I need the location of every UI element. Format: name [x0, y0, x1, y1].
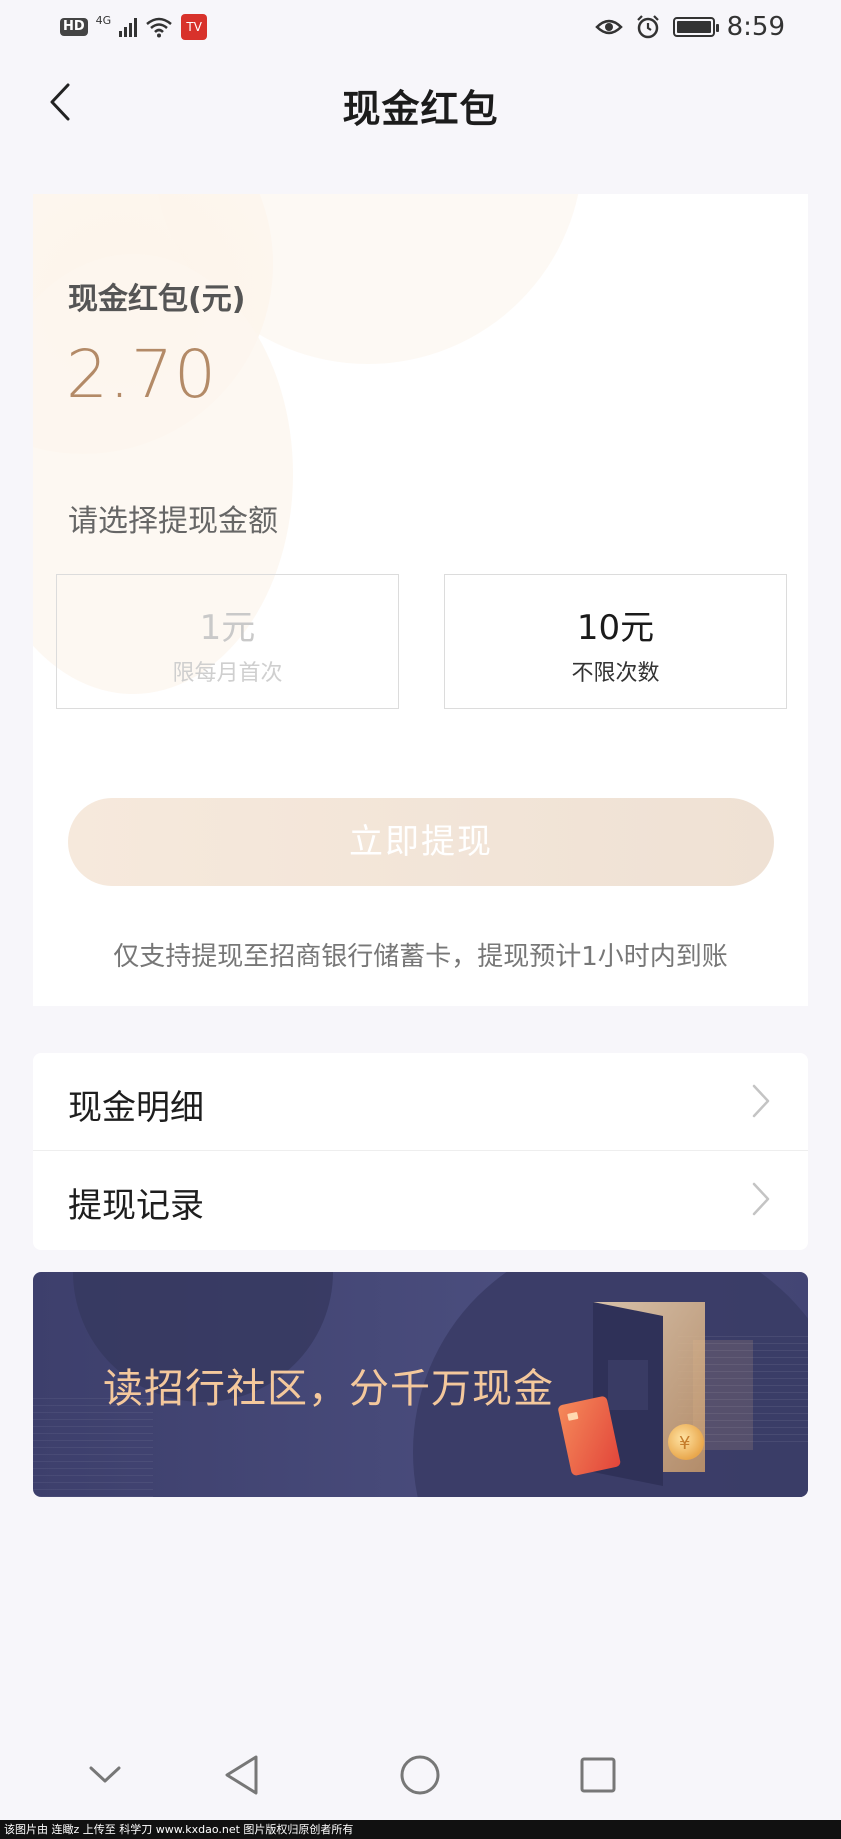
- balance-label: 现金红包(元): [68, 282, 246, 317]
- nav-recents-button[interactable]: [568, 1750, 628, 1800]
- amount-option-value: 10元: [576, 608, 655, 648]
- amount-option-value: 1元: [199, 608, 256, 648]
- balance-value: 2.70: [66, 336, 217, 413]
- nav-back-button[interactable]: [212, 1750, 272, 1800]
- list-item-label: 提现记录: [68, 1186, 204, 1226]
- eye-icon: [594, 19, 623, 35]
- promo-banner[interactable]: 读招行社区，分千万现金 ¥: [33, 1272, 808, 1497]
- page-title: 现金红包: [342, 87, 499, 131]
- network-type: 4G: [95, 13, 112, 27]
- chevron-down-icon: [89, 1766, 121, 1783]
- status-bar-left: HD 4G TV: [60, 13, 208, 40]
- banner-illustration: ¥: [558, 1302, 753, 1486]
- wifi-icon: [146, 17, 173, 38]
- circle-home-icon: [400, 1755, 440, 1795]
- nav-home-button[interactable]: [390, 1750, 450, 1800]
- amount-option-10[interactable]: 10元 不限次数: [444, 574, 787, 709]
- hd-badge: HD: [60, 18, 88, 36]
- list-item-cash-details[interactable]: 现金明细: [33, 1053, 808, 1151]
- amount-option-note: 限每月首次: [172, 661, 283, 686]
- watermark-footer: 该图片由 连瞰z 上传至 科学刀 www.kxdao.net 图片版权归原创者所…: [0, 1820, 841, 1839]
- withdraw-button[interactable]: 立即提现: [68, 798, 774, 886]
- page-header: 现金红包: [0, 56, 841, 148]
- svg-text:¥: ¥: [679, 1433, 690, 1454]
- app-notification-icon: TV: [181, 14, 208, 40]
- alarm-icon: [636, 15, 659, 39]
- battery-icon: [672, 17, 719, 37]
- triangle-back-icon: [225, 1755, 258, 1795]
- amount-option-1[interactable]: 1元 限每月首次: [56, 574, 399, 709]
- status-bar-right: 8:59: [594, 12, 785, 42]
- square-recents-icon: [580, 1757, 616, 1793]
- status-bar: HD 4G TV 8:59: [0, 0, 841, 56]
- chevron-right-icon: [752, 1182, 770, 1216]
- amount-option-note: 不限次数: [571, 661, 660, 686]
- chevron-right-icon: [752, 1084, 770, 1118]
- records-list: 现金明细 提现记录: [33, 1053, 808, 1250]
- status-time: 8:59: [726, 12, 785, 42]
- withdraw-note: 仅支持提现至招商银行储蓄卡，提现预计1小时内到账: [113, 942, 728, 972]
- system-nav-bar: [0, 1732, 841, 1820]
- list-item-withdraw-records[interactable]: 提现记录: [33, 1151, 808, 1249]
- collapse-button[interactable]: [75, 1750, 135, 1800]
- banner-text: 读招行社区，分千万现金: [103, 1366, 554, 1412]
- balance-card: 现金红包(元) 2.70 请选择提现金额 1元 限每月首次 10元 不限次数 立…: [33, 194, 808, 1006]
- signal-icon: [119, 17, 138, 37]
- list-item-label: 现金明细: [68, 1088, 204, 1128]
- choose-amount-label: 请选择提现金额: [68, 504, 278, 539]
